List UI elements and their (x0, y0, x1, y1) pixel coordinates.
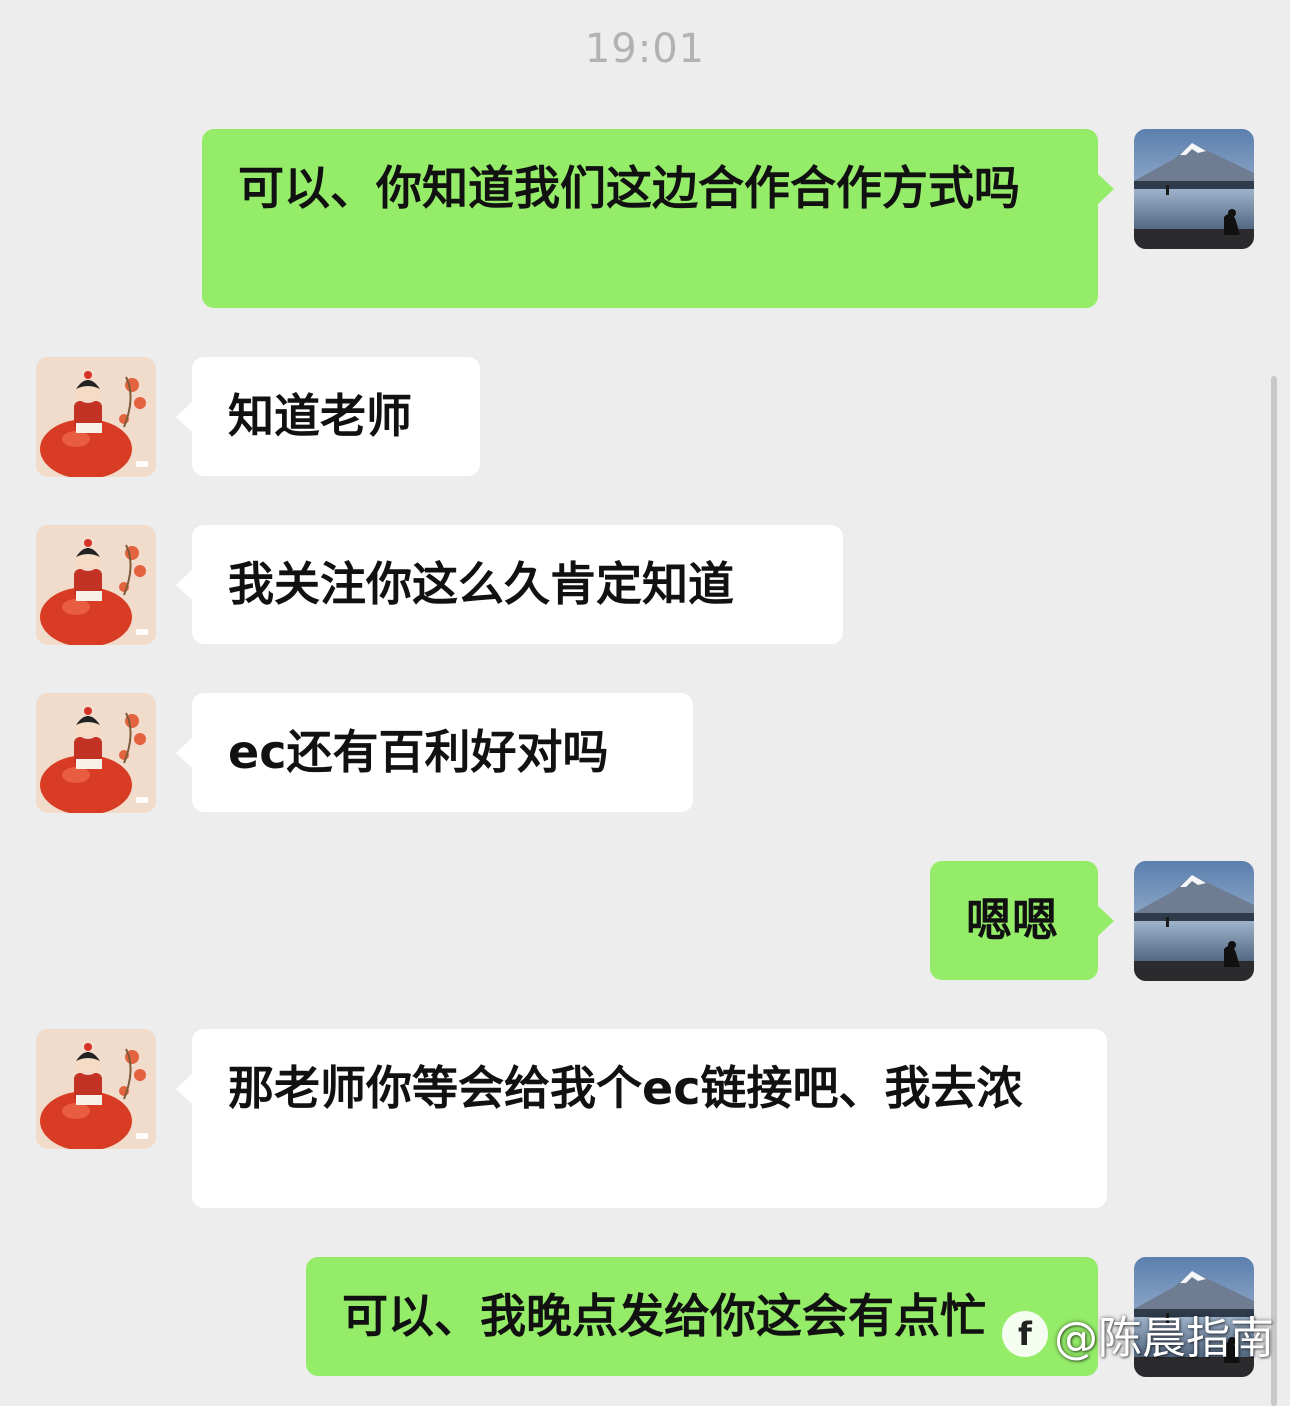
message-bubble-outgoing[interactable]: 可以、你知道我们这边合作合作方式吗 (202, 129, 1114, 308)
girl-persimmon-avatar-icon (36, 525, 156, 645)
scrollbar[interactable] (1271, 376, 1277, 1406)
contact-avatar[interactable] (36, 693, 156, 813)
self-avatar[interactable] (1134, 129, 1254, 249)
message-text: 可以、你知道我们这边合作合作方式吗 (238, 161, 1020, 215)
message-text: 嗯嗯 (966, 893, 1058, 947)
girl-persimmon-avatar-icon (36, 357, 156, 477)
girl-persimmon-avatar-icon (36, 1029, 156, 1149)
timestamp: 19:01 (584, 26, 706, 72)
platform-logo-icon: f (1002, 1311, 1048, 1357)
message-text: 我关注你这么久肯定知道 (228, 557, 734, 611)
contact-avatar[interactable] (36, 525, 156, 645)
mountain-lake-avatar-icon (1134, 861, 1254, 981)
message-bubble-outgoing[interactable]: 嗯嗯 (930, 861, 1114, 980)
message-bubble-outgoing[interactable]: 可以、我晚点发给你这会有点忙 (306, 1257, 1098, 1376)
message-text: 那老师你等会给我个ec链接吧、我去浓 (228, 1061, 1023, 1115)
contact-avatar[interactable] (36, 1029, 156, 1149)
contact-avatar[interactable] (36, 357, 156, 477)
mountain-lake-avatar-icon (1134, 129, 1254, 249)
watermark-text: @陈晨指南 (1054, 1313, 1274, 1364)
message-bubble-incoming[interactable]: 我关注你这么久肯定知道 (176, 525, 843, 644)
message-text: 知道老师 (228, 389, 412, 443)
message-bubble-incoming[interactable]: ec还有百利好对吗 (176, 693, 693, 812)
message-bubble-incoming[interactable]: 那老师你等会给我个ec链接吧、我去浓 (176, 1029, 1107, 1208)
self-avatar[interactable] (1134, 861, 1254, 981)
girl-persimmon-avatar-icon (36, 693, 156, 813)
watermark: f @陈晨指南 (1002, 1304, 1274, 1364)
message-text: 可以、我晚点发给你这会有点忙 (342, 1289, 986, 1343)
message-text: ec还有百利好对吗 (228, 725, 609, 779)
message-bubble-incoming[interactable]: 知道老师 (176, 357, 480, 476)
